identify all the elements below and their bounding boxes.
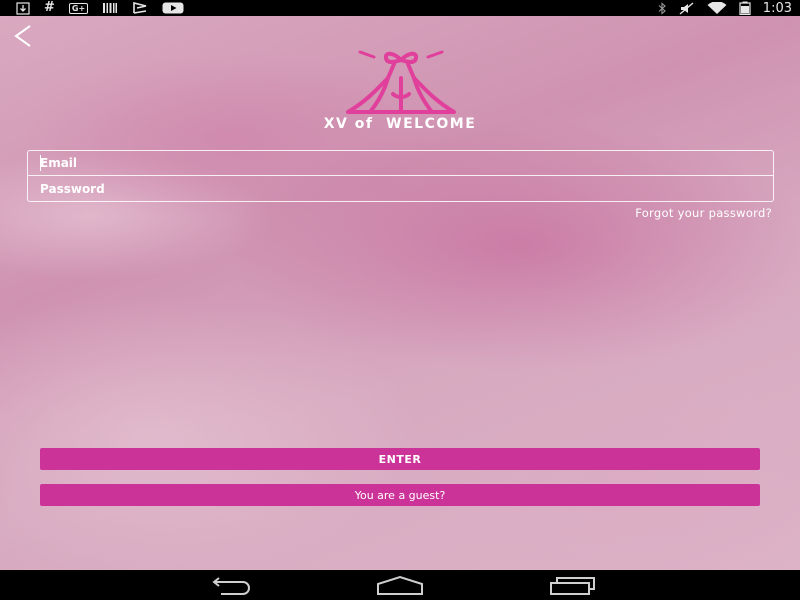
flag-icon — [132, 1, 148, 15]
forgot-password-link[interactable]: Forgot your password? — [635, 206, 772, 220]
status-left-icons: # G+ — [16, 0, 184, 16]
nav-back-button[interactable] — [205, 575, 255, 595]
gplus-icon: G+ — [68, 1, 89, 15]
battery-icon — [739, 1, 751, 15]
hash-icon: # — [44, 0, 55, 15]
back-arrow-icon — [14, 25, 31, 47]
nav-recents-icon — [550, 577, 595, 595]
login-screen: XV of WELCOME Forgot your password? ENTE… — [0, 16, 800, 570]
app-title: XV of WELCOME — [323, 116, 477, 132]
email-field[interactable] — [28, 151, 773, 176]
barcode-icon — [102, 1, 118, 15]
nav-recents-button[interactable] — [548, 575, 598, 595]
bluetooth-icon — [657, 1, 667, 15]
nav-home-icon — [377, 575, 423, 595]
download-icon — [16, 1, 30, 15]
status-time: 1:03 — [762, 0, 792, 16]
enter-button[interactable]: ENTER — [40, 448, 760, 470]
dress-logo-icon — [346, 50, 456, 114]
login-form — [27, 150, 774, 202]
back-button[interactable] — [10, 22, 36, 48]
mute-icon — [679, 1, 695, 15]
wifi-icon — [707, 1, 727, 15]
password-field[interactable] — [28, 176, 773, 201]
status-bar: # G+ 1:03 — [0, 0, 800, 16]
status-right-icons: 1:03 — [657, 0, 792, 16]
text-cursor — [40, 155, 41, 171]
guest-button[interactable]: You are a guest? — [40, 484, 760, 506]
youtube-icon — [162, 1, 184, 15]
nav-home-button[interactable] — [375, 575, 425, 595]
nav-back-icon — [212, 577, 250, 595]
navigation-bar — [0, 570, 800, 600]
